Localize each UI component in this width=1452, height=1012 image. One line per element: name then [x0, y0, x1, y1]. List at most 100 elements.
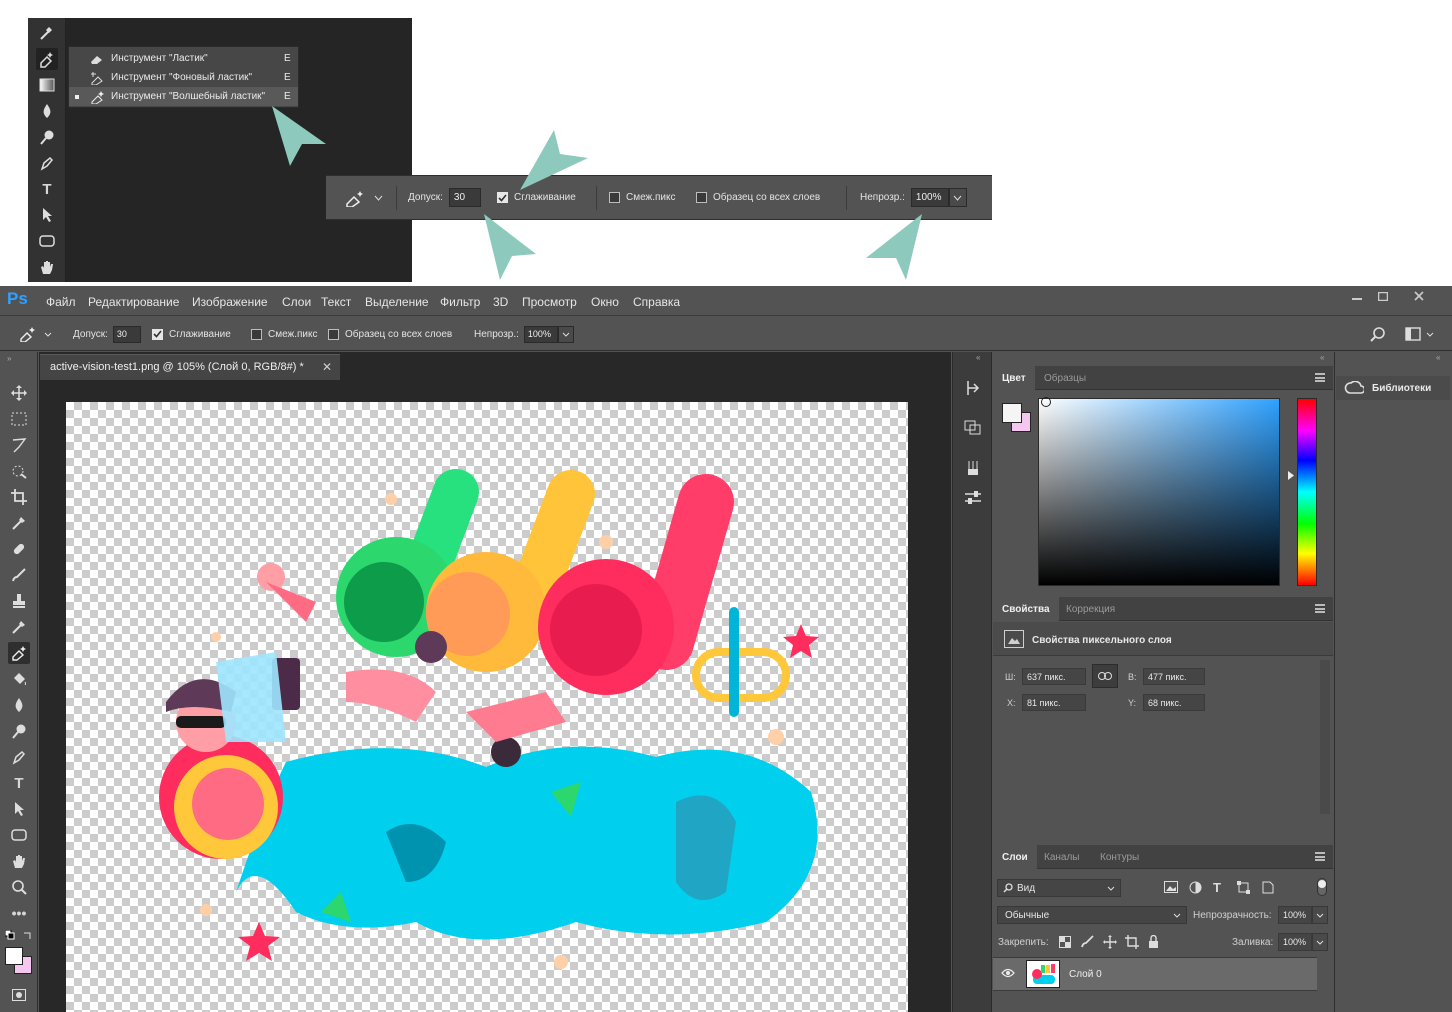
- blend-mode-dropdown[interactable]: Обычные: [997, 906, 1187, 924]
- filter-shape-icon[interactable]: [1237, 881, 1250, 894]
- rectangle-shape-icon[interactable]: [36, 230, 58, 252]
- panel-menu-icon[interactable]: [1315, 604, 1325, 613]
- height-input[interactable]: 477 пикс.: [1143, 668, 1205, 685]
- color-picker-cursor[interactable]: [1041, 397, 1051, 407]
- path-select-icon[interactable]: [8, 798, 30, 820]
- filter-type-icon[interactable]: T: [1213, 880, 1221, 895]
- lock-all-icon[interactable]: [1148, 935, 1159, 948]
- type-icon[interactable]: T: [8, 772, 30, 794]
- menu-view[interactable]: Просмотр: [522, 295, 577, 309]
- blur-icon[interactable]: [36, 100, 58, 122]
- rectangle-shape-icon[interactable]: [8, 824, 30, 846]
- menu-help[interactable]: Справка: [633, 295, 680, 309]
- pen-icon[interactable]: [8, 746, 30, 768]
- tolerance-input[interactable]: 30: [112, 325, 141, 343]
- fill-dropdown[interactable]: [1312, 933, 1328, 951]
- menu-3d[interactable]: 3D: [493, 295, 508, 309]
- contiguous-checkbox[interactable]: Смеж.пикс: [609, 176, 676, 219]
- tab-layers[interactable]: Слои: [993, 845, 1037, 869]
- libraries-button[interactable]: Библиотеки: [1336, 376, 1450, 400]
- history-brush-icon[interactable]: [8, 616, 30, 638]
- eraser-tool-item[interactable]: Инструмент "Ластик" E: [69, 49, 298, 68]
- filter-smart-object-icon[interactable]: [1262, 881, 1274, 894]
- foreground-color-swatch[interactable]: [5, 947, 23, 965]
- workspace-switcher-icon[interactable]: [1405, 317, 1434, 351]
- layer-comps-icon[interactable]: [961, 416, 985, 440]
- tool-preset-picker-main[interactable]: [18, 317, 52, 351]
- maximize-icon[interactable]: [1366, 288, 1400, 304]
- menu-window[interactable]: Окно: [591, 295, 619, 309]
- background-eraser-tool-item[interactable]: Инструмент "Фоновый ластик" E: [69, 68, 298, 87]
- fill-input[interactable]: 100%: [1278, 933, 1312, 951]
- eye-icon[interactable]: [1001, 968, 1015, 978]
- adjustments-panel-icon[interactable]: [961, 486, 985, 510]
- close-icon[interactable]: ✕: [322, 360, 332, 374]
- default-colors-icon[interactable]: [5, 930, 15, 940]
- filter-adjustment-icon[interactable]: [1189, 881, 1202, 894]
- menu-edit[interactable]: Редактирование: [88, 295, 179, 309]
- lock-pixels-icon[interactable]: [1081, 935, 1094, 948]
- tolerance-input[interactable]: 30: [448, 188, 481, 207]
- dodge-icon[interactable]: [8, 720, 30, 742]
- collapse-panels-icon[interactable]: «: [1320, 353, 1324, 362]
- tab-adjustments[interactable]: Коррекция: [1057, 597, 1124, 621]
- tab-channels[interactable]: Каналы: [1035, 845, 1089, 869]
- menu-image[interactable]: Изображение: [192, 295, 268, 309]
- lasso-icon[interactable]: [8, 434, 30, 456]
- panel-menu-icon[interactable]: [1315, 373, 1325, 382]
- clone-stamp-icon[interactable]: [8, 590, 30, 612]
- menu-layers[interactable]: Слои: [282, 295, 311, 309]
- type-icon[interactable]: T: [36, 178, 58, 200]
- lock-artboard-icon[interactable]: [1125, 935, 1139, 949]
- close-icon[interactable]: [1402, 288, 1436, 304]
- marquee-icon[interactable]: [8, 408, 30, 430]
- zoom-icon[interactable]: [8, 876, 30, 898]
- y-input[interactable]: 68 пикс.: [1143, 694, 1205, 711]
- tab-properties[interactable]: Свойства: [993, 597, 1059, 621]
- collapse-strip-icon[interactable]: «: [976, 353, 980, 362]
- opacity-input[interactable]: 100%: [910, 188, 949, 207]
- width-input[interactable]: 637 пикс.: [1022, 668, 1086, 685]
- menu-select[interactable]: Выделение: [365, 295, 429, 309]
- sample-all-layers-checkbox[interactable]: Образец со всех слоев: [696, 176, 820, 219]
- layer-opacity-input[interactable]: 100%: [1278, 906, 1312, 924]
- opacity-dropdown[interactable]: [1312, 906, 1328, 924]
- menu-type[interactable]: Текст: [321, 295, 351, 309]
- path-select-icon[interactable]: [36, 204, 58, 226]
- sample-all-layers-checkbox[interactable]: Образец со всех слоев: [328, 317, 452, 351]
- collapse-toolbar-icon[interactable]: »: [7, 354, 11, 363]
- tab-color[interactable]: Цвет: [993, 366, 1035, 390]
- magic-eraser-icon[interactable]: [8, 642, 30, 664]
- paint-bucket-icon[interactable]: [8, 668, 30, 690]
- quick-select-icon[interactable]: [8, 460, 30, 482]
- collapse-libraries-icon[interactable]: «: [1436, 353, 1440, 362]
- antialias-checkbox[interactable]: Сглаживание: [152, 317, 231, 351]
- filter-toggle[interactable]: [1317, 878, 1327, 896]
- opacity-dropdown[interactable]: [948, 188, 967, 207]
- opacity-input[interactable]: 100%: [523, 325, 558, 343]
- brush-icon[interactable]: [8, 564, 30, 586]
- lock-transparent-icon[interactable]: [1059, 936, 1071, 948]
- hue-slider-handle[interactable]: [1287, 471, 1295, 480]
- eyedropper-icon[interactable]: [8, 512, 30, 534]
- tool-preset-picker[interactable]: [344, 176, 383, 219]
- magic-eraser-icon[interactable]: [36, 48, 58, 70]
- opacity-dropdown[interactable]: [557, 325, 574, 343]
- hand-icon[interactable]: [8, 850, 30, 872]
- gradient-icon[interactable]: [36, 74, 58, 96]
- search-icon[interactable]: [1370, 317, 1386, 351]
- contiguous-checkbox[interactable]: Смеж.пикс: [251, 317, 318, 351]
- history-brush-icon[interactable]: [36, 22, 58, 44]
- layer-filter-dropdown[interactable]: Вид: [997, 879, 1121, 897]
- pen-icon[interactable]: [36, 152, 58, 174]
- link-dimensions-icon[interactable]: [1092, 664, 1118, 688]
- hue-slider[interactable]: [1297, 398, 1317, 586]
- properties-scrollbar[interactable]: [1320, 660, 1330, 814]
- layer-name[interactable]: Слой 0: [1069, 969, 1102, 980]
- lock-position-icon[interactable]: [1103, 935, 1117, 949]
- healing-brush-icon[interactable]: [8, 538, 30, 560]
- brush-presets-icon[interactable]: [961, 456, 985, 480]
- foreground-color-swatch[interactable]: [1002, 403, 1022, 423]
- move-icon[interactable]: [8, 382, 30, 404]
- menu-filter[interactable]: Фильтр: [440, 295, 480, 309]
